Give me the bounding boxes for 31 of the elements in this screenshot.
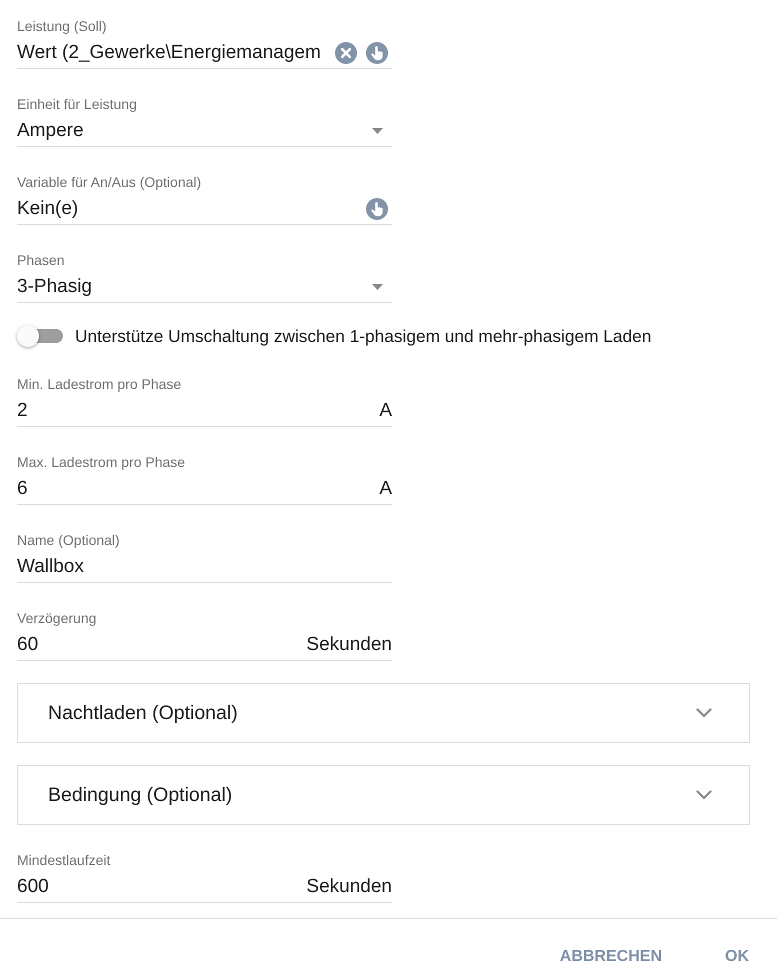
toggle-label: Unterstütze Umschaltung zwischen 1-phasigem und mehr-phasigem Laden (75, 326, 652, 346)
input-field[interactable]: 60 Sekunden (17, 630, 392, 661)
field-label: Max. Ladestrom pro Phase (17, 453, 186, 471)
unit-suffix: Sekunden (306, 634, 392, 656)
field-label: Einheit für Leistung (17, 95, 138, 113)
clear-icon[interactable] (335, 42, 357, 64)
unit-suffix: A (379, 478, 392, 500)
pointer-hand-icon[interactable] (366, 198, 388, 220)
expansion-panel[interactable]: Bedingung (Optional) (17, 765, 750, 825)
field-label: Name (Optional) (17, 531, 121, 549)
unit-suffix: A (379, 400, 392, 422)
dropdown-caret-icon (372, 284, 383, 290)
field-label: Min. Ladestrom pro Phase (17, 375, 182, 393)
expansion-panel[interactable]: Nachtladen (Optional) (17, 683, 750, 743)
pointer-hand-icon[interactable] (366, 42, 388, 64)
dropdown-field[interactable]: 3-Phasig (17, 272, 392, 303)
field-label: Phasen (17, 251, 66, 269)
field-label: Verzögerung (17, 609, 98, 627)
input-field[interactable]: 6 A (17, 474, 392, 505)
field-label: Mindestlaufzeit (17, 851, 112, 869)
unit-suffix: Sekunden (306, 876, 392, 898)
field-label: Leistung (Soll) (17, 17, 108, 35)
variable-select-field[interactable]: Wert (2_Gewerke\Energiemanagem (17, 38, 392, 69)
input-field[interactable]: Wallbox (17, 552, 392, 583)
dropdown-field[interactable]: Ampere (17, 116, 392, 147)
variable-select-field[interactable]: Kein(e) (17, 194, 392, 225)
toggle-switch[interactable] (17, 325, 63, 347)
input-field[interactable]: 2 A (17, 396, 392, 427)
input-field[interactable]: 600 Sekunden (17, 872, 392, 903)
field-label: Variable für An/Aus (Optional) (17, 173, 202, 191)
dropdown-caret-icon (372, 128, 383, 134)
